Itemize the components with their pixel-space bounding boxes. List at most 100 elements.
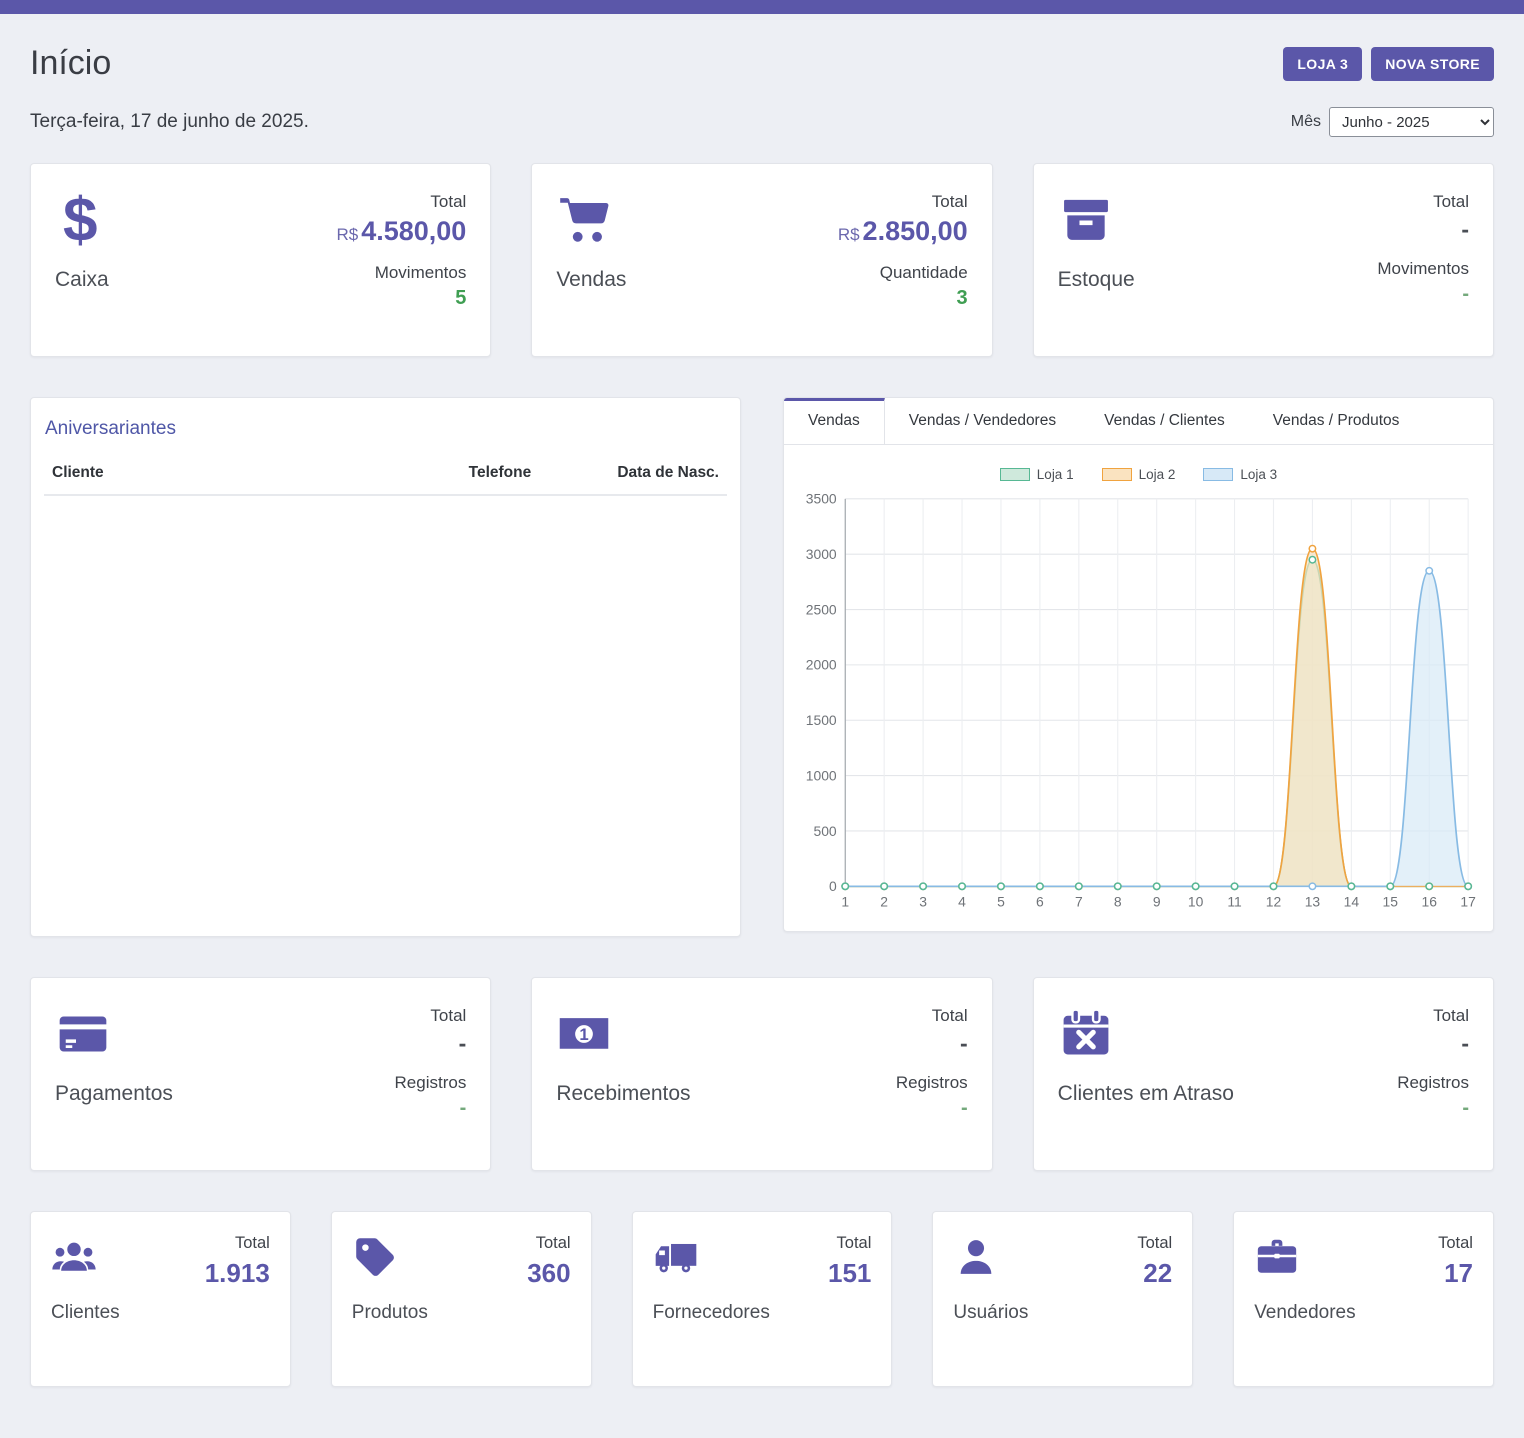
month-label: Mês xyxy=(1291,113,1321,131)
sub-value: - xyxy=(1377,283,1469,306)
legend-swatch xyxy=(1102,468,1132,481)
legend-item: Loja 3 xyxy=(1203,467,1277,482)
current-date: Terça-feira, 17 de junho de 2025. xyxy=(30,111,309,133)
sub-value: - xyxy=(896,1097,968,1120)
total-label: Total xyxy=(838,192,968,212)
nova-store-button[interactable]: NOVA STORE xyxy=(1371,47,1494,81)
sub-value: - xyxy=(395,1097,467,1120)
total-value: R$2.850,00 xyxy=(838,216,968,247)
box-icon xyxy=(1058,192,1114,248)
card-title: Clientes em Atraso xyxy=(1058,1082,1234,1106)
fornecedores-card: Fornecedores Total 151 xyxy=(632,1211,893,1387)
total-value: - xyxy=(1377,216,1469,243)
clientes-em-atraso-card: Clientes em Atraso Total - Registros - xyxy=(1033,977,1494,1171)
currency-label: R$ xyxy=(336,225,358,244)
svg-text:12: 12 xyxy=(1266,894,1282,910)
col-data-nasc: Data de Nasc. xyxy=(590,456,727,495)
svg-text:8: 8 xyxy=(1114,894,1122,910)
svg-text:7: 7 xyxy=(1075,894,1083,910)
total-value: 360 xyxy=(527,1258,570,1289)
top-accent-bar xyxy=(0,0,1524,14)
cart-icon xyxy=(556,192,612,248)
month-select[interactable]: Junho - 2025 xyxy=(1329,107,1494,137)
sub-value: 5 xyxy=(336,287,466,310)
col-telefone: Telefone xyxy=(461,456,591,495)
sub-label: Registros xyxy=(395,1073,467,1093)
total-label: Total xyxy=(1137,1234,1172,1253)
total-label: Total xyxy=(828,1234,871,1253)
svg-text:16: 16 xyxy=(1421,894,1437,910)
col-cliente: Cliente xyxy=(44,456,461,495)
aniversariantes-title: Aniversariantes xyxy=(31,398,740,456)
card-title: Clientes xyxy=(51,1302,120,1324)
clientes-card: Clientes Total 1.913 xyxy=(30,1211,291,1387)
recebimentos-card: 1 Recebimentos Total - Registros - xyxy=(531,977,992,1171)
money-bill-icon: 1 xyxy=(556,1006,612,1062)
svg-text:15: 15 xyxy=(1383,894,1399,910)
pagamentos-card: Pagamentos Total - Registros - xyxy=(30,977,491,1171)
amount: 2.850,00 xyxy=(863,216,968,246)
svg-text:2500: 2500 xyxy=(806,601,837,617)
tag-icon xyxy=(352,1234,398,1280)
svg-text:500: 500 xyxy=(813,823,836,839)
total-value: 22 xyxy=(1137,1258,1172,1289)
total-label: Total xyxy=(336,192,466,212)
sales-line-chart: 0500100015002000250030003500123456789101… xyxy=(796,486,1481,923)
chart-legend: Loja 1Loja 2Loja 3 xyxy=(796,467,1481,482)
truck-icon xyxy=(653,1234,699,1280)
svg-text:3: 3 xyxy=(919,894,927,910)
svg-text:14: 14 xyxy=(1344,894,1360,910)
total-value: 17 xyxy=(1438,1258,1473,1289)
tab-vendas-vendedores[interactable]: Vendas / Vendedores xyxy=(885,398,1080,444)
sub-value: 3 xyxy=(838,287,968,310)
card-title: Pagamentos xyxy=(55,1082,173,1106)
total-value: R$4.580,00 xyxy=(336,216,466,247)
tab-vendas-clientes[interactable]: Vendas / Clientes xyxy=(1080,398,1249,444)
total-label: Total xyxy=(527,1234,570,1253)
sub-value: - xyxy=(1397,1097,1469,1120)
total-label: Total xyxy=(1438,1234,1473,1253)
total-label: Total xyxy=(205,1234,270,1253)
total-value: 151 xyxy=(828,1258,871,1289)
svg-text:13: 13 xyxy=(1305,894,1321,910)
legend-item: Loja 1 xyxy=(1000,467,1074,482)
currency-label: R$ xyxy=(838,225,860,244)
svg-text:1500: 1500 xyxy=(806,712,837,728)
vendas-card: Vendas Total R$2.850,00 Quantidade 3 xyxy=(531,163,992,357)
total-label: Total xyxy=(1397,1006,1469,1026)
tab-vendas[interactable]: Vendas xyxy=(784,398,885,444)
estoque-card: Estoque Total - Movimentos - xyxy=(1033,163,1494,357)
produtos-card: Produtos Total 360 xyxy=(331,1211,592,1387)
card-title: Caixa xyxy=(55,268,111,292)
sub-label: Registros xyxy=(1397,1073,1469,1093)
sales-tabs: Vendas Vendas / Vendedores Vendas / Clie… xyxy=(784,398,1493,445)
legend-swatch xyxy=(1203,468,1233,481)
dollar-icon: $ xyxy=(55,192,111,248)
total-value: - xyxy=(395,1030,467,1057)
sub-label: Movimentos xyxy=(336,263,466,283)
tab-vendas-produtos[interactable]: Vendas / Produtos xyxy=(1249,398,1424,444)
total-label: Total xyxy=(896,1006,968,1026)
total-value: - xyxy=(896,1030,968,1057)
loja3-button[interactable]: LOJA 3 xyxy=(1283,47,1362,81)
svg-text:0: 0 xyxy=(829,878,837,894)
card-title: Vendas xyxy=(556,268,626,292)
svg-text:3500: 3500 xyxy=(806,491,837,507)
total-label: Total xyxy=(395,1006,467,1026)
page-title: Início xyxy=(30,44,111,83)
card-title: Recebimentos xyxy=(556,1082,690,1106)
svg-text:11: 11 xyxy=(1227,894,1242,910)
svg-text:1: 1 xyxy=(580,1025,589,1044)
card-title: Fornecedores xyxy=(653,1302,770,1324)
legend-swatch xyxy=(1000,468,1030,481)
card-title: Produtos xyxy=(352,1302,428,1324)
calendar-x-icon xyxy=(1058,1006,1114,1062)
aniversariantes-panel: Aniversariantes Cliente Telefone Data de… xyxy=(30,397,741,937)
sub-label: Registros xyxy=(896,1073,968,1093)
sub-label: Movimentos xyxy=(1377,259,1469,279)
usuarios-card: Usuários Total 22 xyxy=(932,1211,1193,1387)
amount: 4.580,00 xyxy=(361,216,466,246)
vendedores-card: Vendedores Total 17 xyxy=(1233,1211,1494,1387)
svg-text:1: 1 xyxy=(841,894,849,910)
sales-chart-area: Loja 1Loja 2Loja 3 050010001500200025003… xyxy=(784,445,1493,931)
